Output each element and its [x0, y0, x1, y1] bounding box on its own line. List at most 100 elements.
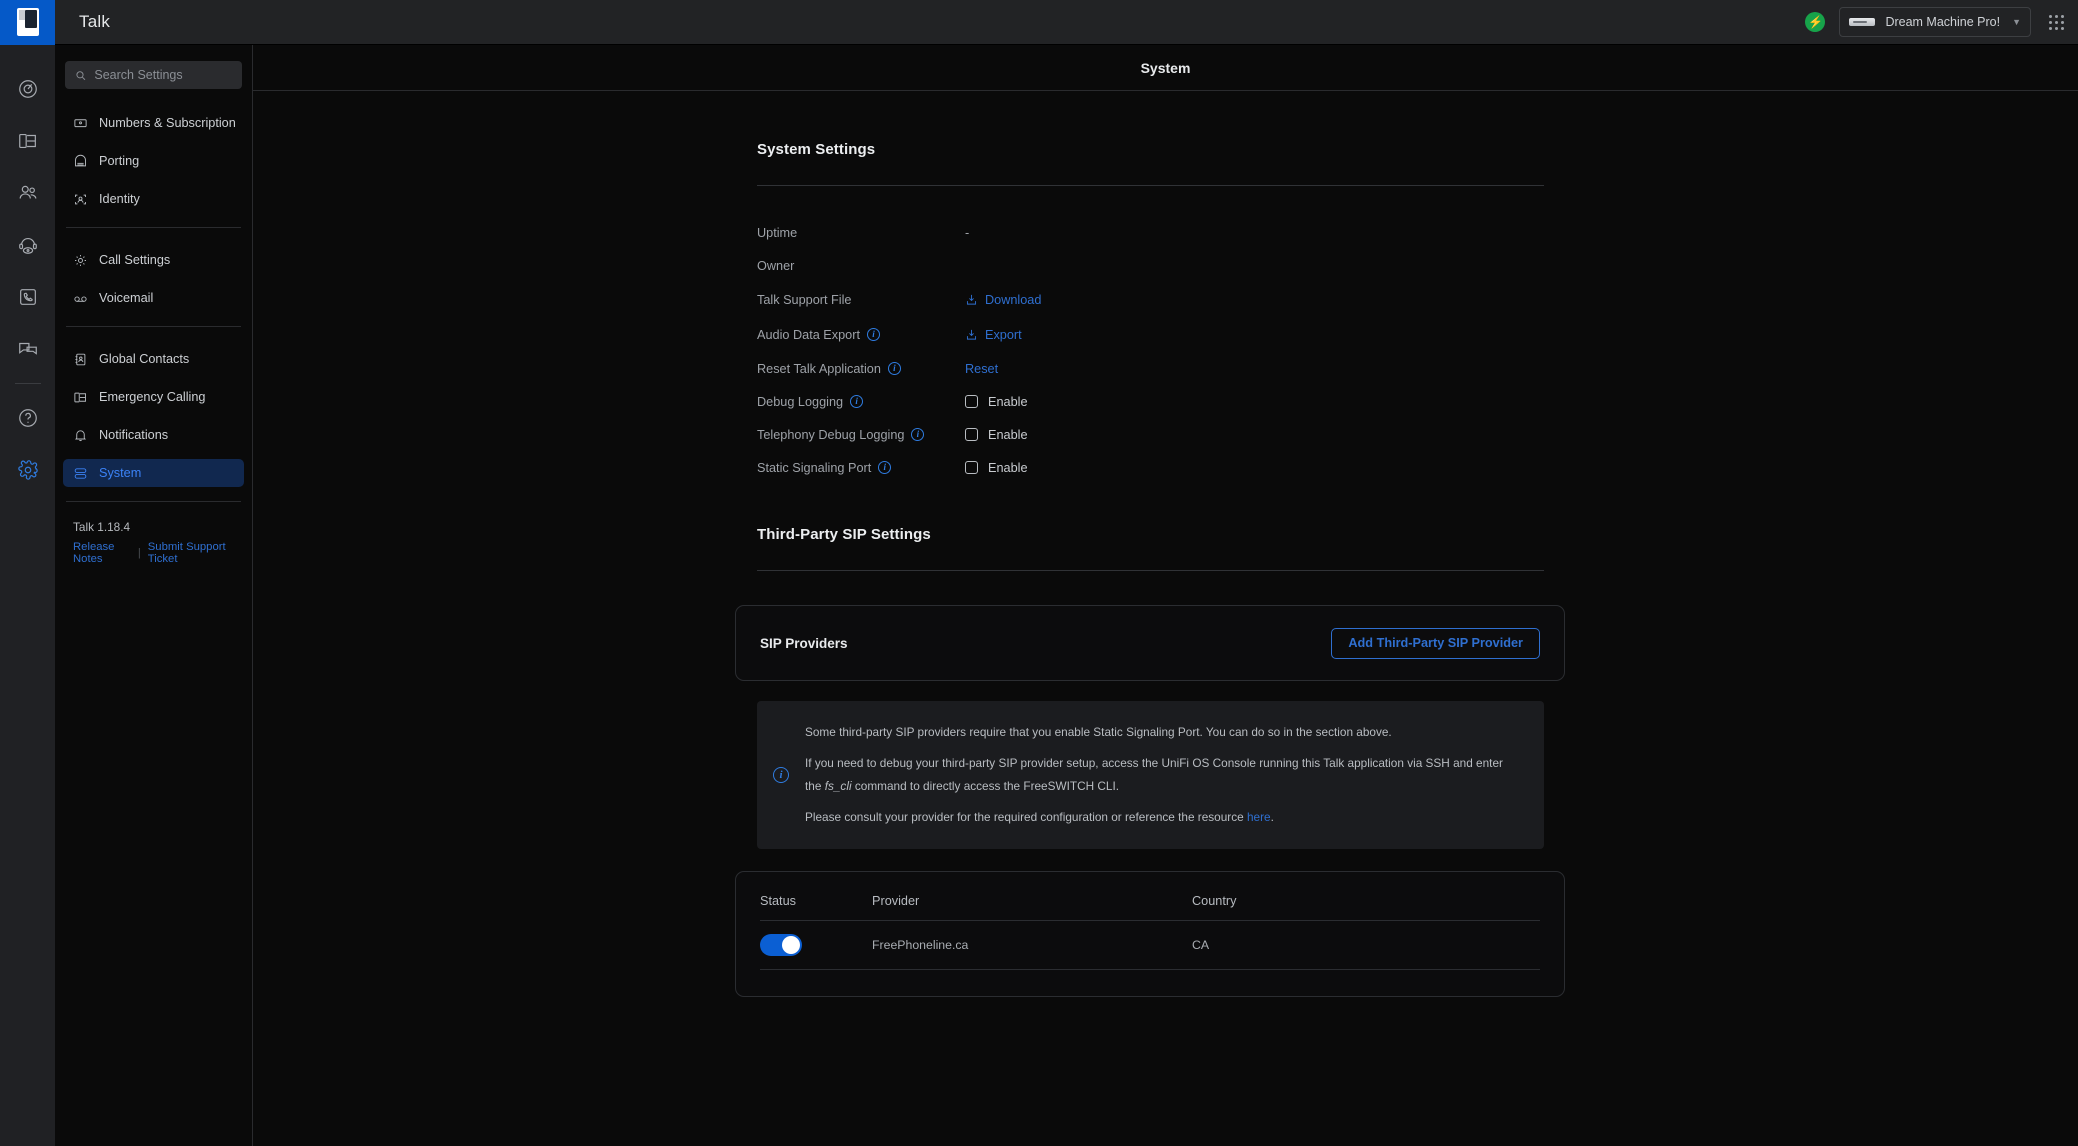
info-circle-icon[interactable]: i — [911, 428, 925, 441]
cell-status — [760, 920, 872, 970]
resource-here-link[interactable]: here — [1247, 810, 1271, 824]
info-circle-icon[interactable]: i — [878, 461, 892, 474]
sidebar-item-emergency-calling[interactable]: Emergency Calling — [63, 383, 244, 411]
bell-icon — [73, 428, 88, 443]
number-plate-icon — [73, 116, 88, 131]
search-wrapper — [55, 61, 252, 89]
debug-logging-checkbox[interactable] — [965, 395, 978, 408]
sidebar-item-label: Porting — [99, 154, 140, 168]
column-header-status: Status — [760, 894, 872, 921]
release-notes-link[interactable]: Release Notes — [73, 541, 131, 565]
static-signaling-port-checkbox[interactable] — [965, 461, 978, 474]
rail-item-devices-icon[interactable] — [0, 115, 55, 167]
sidebar-item-label: Emergency Calling — [99, 390, 206, 404]
page-header: System — [253, 45, 2078, 91]
info-circle-icon[interactable]: i — [887, 362, 901, 375]
banner-line-2-code: fs_cli — [824, 779, 852, 793]
sip-info-banner-text: Some third-party SIP providers require t… — [805, 721, 1518, 829]
toggle-knob — [782, 936, 800, 954]
rail-item-contact-card-icon[interactable] — [0, 271, 55, 323]
row-label-text: Debug Logging — [757, 394, 844, 409]
sidebar-item-call-settings[interactable]: Call Settings — [63, 246, 244, 274]
banner-line-1: Some third-party SIP providers require t… — [805, 725, 1392, 739]
row-label-text: Reset Talk Application — [757, 361, 881, 376]
provider-status-toggle[interactable] — [760, 934, 802, 956]
sidebar-item-global-contacts[interactable]: Global Contacts — [63, 345, 244, 373]
row-label: Talk Support File — [757, 293, 965, 307]
voicemail-icon — [73, 291, 88, 306]
download-support-file-link[interactable]: Download — [965, 293, 1041, 307]
banner-line-3-b: . — [1270, 810, 1274, 824]
nav-group-1: Numbers & Subscription Porting Identity — [55, 109, 252, 213]
sidebar-divider-3 — [66, 501, 241, 502]
banner-line-2: If you need to debug your third-party SI… — [805, 752, 1518, 798]
sidebar-item-label: Notifications — [99, 428, 169, 442]
row-label-text: Talk Support File — [757, 292, 852, 307]
search-input[interactable] — [94, 68, 232, 82]
row-label: Static Signaling Port i — [757, 461, 965, 475]
row-label-text: Uptime — [757, 225, 798, 240]
sip-providers-table: Status Provider Country FreePhoneline.ca… — [760, 894, 1540, 970]
page-title: System — [1140, 59, 1191, 76]
nav-group-3: Global Contacts Emergency Calling Notifi… — [55, 345, 252, 487]
row-label: Owner — [757, 259, 965, 273]
table-header-row: Status Provider Country — [760, 894, 1540, 921]
app-grid-icon[interactable] — [2049, 14, 2064, 30]
telephony-debug-logging-checkbox-row[interactable]: Enable — [965, 428, 1028, 442]
identity-icon — [73, 192, 88, 207]
rail-item-users-icon[interactable] — [0, 167, 55, 219]
submit-support-ticket-link[interactable]: Submit Support Ticket — [148, 541, 234, 565]
settings-sidebar: Numbers & Subscription Porting Identity — [55, 45, 253, 1146]
banner-line-3-a: Please consult your provider for the req… — [805, 810, 1247, 824]
app-title: Talk — [79, 12, 111, 31]
cell-provider: FreePhoneline.ca — [872, 920, 1192, 970]
rail-divider — [14, 383, 41, 384]
rail-item-agent-headset-icon[interactable] — [0, 219, 55, 271]
content-scroll: System Settings Uptime - Owner Talk Supp… — [253, 91, 2078, 997]
row-debug-logging: Debug Logging i Enable — [757, 385, 1544, 418]
contacts-book-icon — [73, 352, 88, 367]
export-audio-data-link[interactable]: Export — [965, 328, 1022, 342]
info-circle-icon: i — [773, 767, 789, 783]
download-icon — [966, 294, 977, 305]
link-label: Export — [985, 327, 1022, 342]
sidebar-item-voicemail[interactable]: Voicemail — [63, 284, 244, 312]
system-settings-section: System Settings Uptime - Owner Talk Supp… — [757, 91, 1544, 484]
row-label-text: Telephony Debug Logging — [757, 427, 905, 442]
cell-country: CA — [1192, 920, 1540, 970]
link-label: Download — [985, 292, 1042, 307]
sidebar-item-notifications[interactable]: Notifications — [63, 421, 244, 449]
info-circle-icon[interactable]: i — [866, 328, 880, 341]
row-uptime: Uptime - — [757, 216, 1544, 249]
sidebar-item-porting[interactable]: Porting — [63, 147, 244, 175]
rail-item-dashboard-icon[interactable] — [0, 63, 55, 115]
device-selector[interactable]: Dream Machine Pro! ▼ — [1839, 7, 2031, 37]
talk-app-logo-icon[interactable] — [0, 0, 55, 45]
sidebar-item-numbers-subscription[interactable]: Numbers & Subscription — [63, 109, 244, 137]
debug-logging-checkbox-row[interactable]: Enable — [965, 395, 1028, 409]
icon-rail — [0, 45, 55, 1146]
rail-item-chat-bubbles-icon[interactable] — [0, 323, 55, 375]
telephony-debug-logging-checkbox[interactable] — [965, 428, 978, 441]
row-label-text: Static Signaling Port — [757, 460, 872, 475]
reset-talk-application-link[interactable]: Reset — [965, 362, 998, 376]
device-icon — [1849, 18, 1876, 26]
sidebar-item-label: Call Settings — [99, 253, 171, 267]
search-box[interactable] — [65, 61, 242, 89]
sip-providers-card: SIP Providers Add Third-Party SIP Provid… — [735, 605, 1565, 681]
info-circle-icon[interactable]: i — [850, 395, 864, 408]
rail-item-settings-gear-icon[interactable] — [0, 444, 55, 496]
sidebar-item-identity[interactable]: Identity — [63, 185, 244, 213]
row-label: Uptime — [757, 226, 965, 240]
row-label: Telephony Debug Logging i — [757, 428, 965, 442]
links-separator: | — [137, 547, 141, 559]
banner-line-2-b: command to directly access the FreeSWITC… — [851, 779, 1120, 793]
row-label-text: Audio Data Export — [757, 327, 860, 342]
lightning-bolt-icon[interactable]: ⚡ — [1805, 12, 1826, 32]
row-static-signaling-port: Static Signaling Port i Enable — [757, 451, 1544, 484]
column-header-provider: Provider — [872, 894, 1192, 921]
sidebar-item-system[interactable]: System — [63, 459, 244, 487]
add-third-party-sip-provider-button[interactable]: Add Third-Party SIP Provider — [1331, 627, 1540, 659]
static-signaling-port-checkbox-row[interactable]: Enable — [965, 461, 1028, 475]
rail-item-help-circle-icon[interactable] — [0, 392, 55, 444]
